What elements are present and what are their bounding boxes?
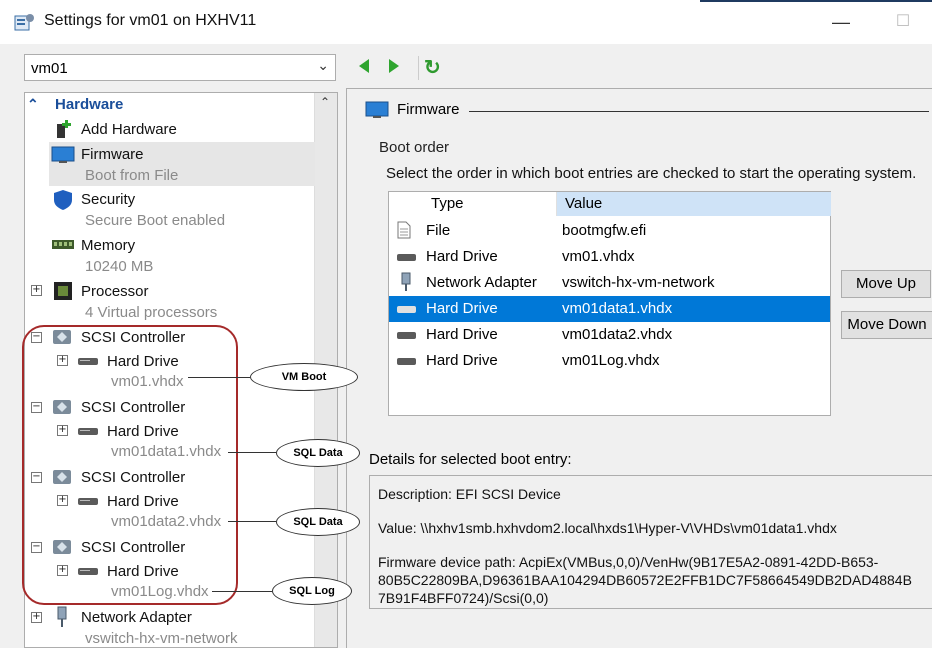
callout-sql-log: SQL Log (272, 577, 352, 605)
firmware-settings-panel: Firmware Boot order Select the order in … (346, 88, 932, 648)
boot-entry-value: vm01data2.vhdx (562, 326, 673, 343)
hard-drive-icon (397, 306, 416, 313)
tree-item-network-adapter-sub: vswitch-hx-vm-network (85, 630, 238, 647)
boot-entry-row[interactable]: File bootmgfw.efi (389, 218, 830, 244)
processor-chip-icon (54, 282, 72, 300)
hard-drive-icon (397, 332, 416, 339)
callout-vm-boot: VM Boot (250, 363, 358, 391)
boot-entry-row[interactable]: Network Adapter vswitch-hx-vm-network (389, 270, 830, 296)
firmware-monitor-icon (51, 146, 75, 163)
callout-connector (212, 591, 272, 592)
move-up-button[interactable]: Move Up (841, 270, 931, 298)
boot-entry-row[interactable]: Hard Drive vm01data2.vhdx (389, 322, 830, 348)
details-description: Description: EFI SCSI Device (378, 486, 561, 502)
vm-select-value: vm01 (31, 60, 68, 77)
accent-line (700, 0, 932, 2)
firmware-monitor-icon (365, 101, 389, 118)
network-adapter-icon (401, 272, 411, 291)
toolbar-separator (418, 56, 419, 80)
add-hardware-icon (57, 120, 71, 138)
boot-entry-type: Network Adapter (426, 274, 537, 291)
hard-drive-icon (397, 358, 416, 365)
tree-item-security[interactable]: Security (81, 191, 135, 208)
tree-item-security-sub: Secure Boot enabled (85, 212, 226, 229)
tree-item-processor[interactable]: Processor (81, 283, 149, 300)
forward-arrow-icon[interactable] (386, 58, 402, 74)
boot-order-description: Select the order in which boot entries a… (386, 165, 917, 182)
callout-sql-data-2: SQL Data (276, 508, 360, 536)
memory-icon (52, 240, 74, 249)
callout-connector (188, 377, 250, 378)
boot-entry-type: Hard Drive (426, 352, 498, 369)
boot-entry-row[interactable]: Hard Drive vm01.vhdx (389, 244, 830, 270)
boot-order-list[interactable]: Type Value File bootmgfw.efi Hard Drive … (388, 191, 831, 416)
refresh-icon[interactable]: ↻ (424, 55, 441, 80)
boot-entry-type: File (426, 222, 451, 239)
tree-item-add-hardware[interactable]: Add Hardware (81, 121, 177, 138)
details-path-line-2: 80B5C22809BA,D96361BAA104294DB60572E2FFB… (378, 572, 912, 588)
tree-item-network-adapter[interactable]: Network Adapter (81, 609, 192, 626)
tree-item-processor-sub: 4 Virtual processors (85, 304, 218, 321)
boot-entry-value: vm01.vhdx (562, 248, 635, 265)
boot-entry-value: vm01data1.vhdx (562, 300, 673, 317)
processor-expand-icon[interactable]: + (31, 285, 42, 296)
callout-connector (228, 452, 276, 453)
back-arrow-icon[interactable] (356, 58, 372, 74)
boot-entry-row-selected[interactable]: Hard Drive vm01data1.vhdx (389, 296, 830, 322)
vm-select-dropdown[interactable]: vm01 ⌄ (24, 54, 336, 81)
move-down-button[interactable]: Move Down (841, 311, 932, 339)
column-header-type[interactable]: Type (389, 192, 557, 216)
tree-item-memory[interactable]: Memory (81, 237, 135, 254)
callout-sql-data-1: SQL Data (276, 439, 360, 467)
details-box: Description: EFI SCSI Device Value: \\hx… (369, 475, 932, 609)
details-path-line-1: Firmware device path: AcpiEx(VMBus,0,0)/… (378, 554, 879, 570)
boot-entry-type: Hard Drive (426, 326, 498, 343)
hard-drive-icon (397, 254, 416, 261)
minimize-button[interactable]: — (826, 8, 856, 36)
hardware-header: Hardware (55, 96, 124, 113)
header-rule (469, 111, 929, 112)
maximize-button[interactable]: ☐ (888, 8, 918, 36)
security-shield-icon (54, 190, 72, 210)
details-label: Details for selected boot entry: (369, 451, 572, 468)
boot-entry-row[interactable]: Hard Drive vm01Log.vhdx (389, 348, 830, 374)
tree-item-firmware[interactable]: Firmware (81, 146, 144, 163)
boot-entry-value: vswitch-hx-vm-network (562, 274, 715, 291)
details-value: Value: \\hxhv1smb.hxhvdom2.local\hxds1\H… (378, 520, 837, 536)
column-header-value[interactable]: Value (557, 192, 831, 216)
boot-entry-value: vm01Log.vhdx (562, 352, 660, 369)
boot-entry-type: Hard Drive (426, 300, 498, 317)
firmware-header: Firmware (397, 101, 460, 118)
file-icon (397, 221, 411, 239)
window-title: Settings for vm01 on HXHV11 (44, 12, 257, 29)
scsi-highlight-box (22, 325, 238, 605)
chevron-down-icon: ⌄ (317, 57, 329, 73)
network-adapter-icon (57, 606, 67, 627)
boot-entry-value: bootmgfw.efi (562, 222, 647, 239)
title-bar: Settings for vm01 on HXHV11 — ☐ (0, 0, 932, 44)
tree-item-memory-sub: 10240 MB (85, 258, 154, 275)
scroll-up-icon[interactable]: ⌃ (320, 95, 330, 109)
details-path-line-3: 7B91F4BFF0724)/Scsi(0,0) (378, 590, 549, 606)
boot-order-label: Boot order (379, 139, 450, 156)
boot-entry-type: Hard Drive (426, 248, 498, 265)
callout-connector (228, 521, 276, 522)
collapse-chevron-icon[interactable]: ⌃ (27, 96, 39, 113)
network-expand-icon[interactable]: + (31, 612, 42, 623)
settings-app-icon (14, 14, 34, 31)
tree-item-firmware-sub: Boot from File (85, 167, 179, 184)
